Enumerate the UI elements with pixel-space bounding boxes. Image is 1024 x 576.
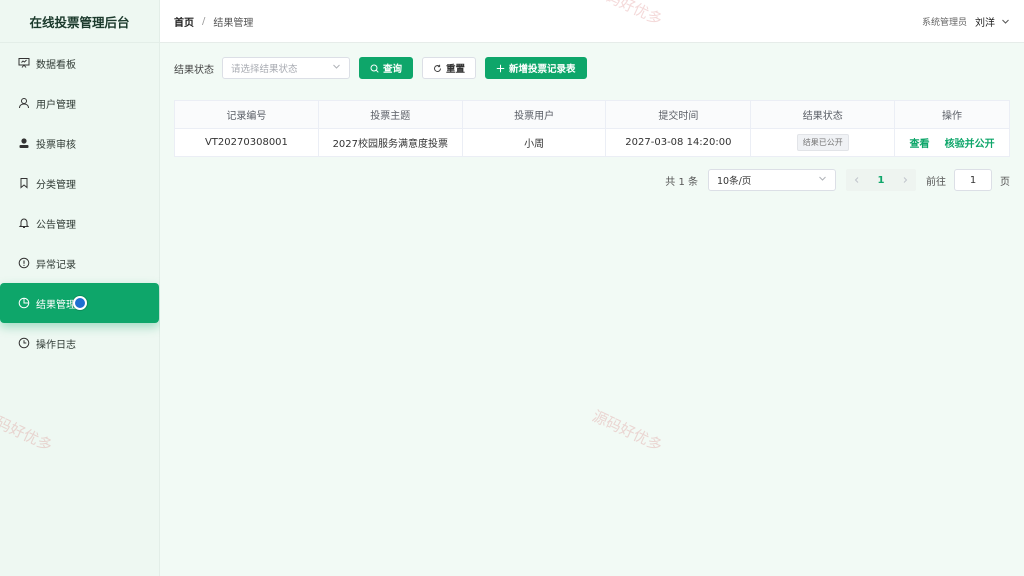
easel-icon [18,57,30,69]
pagination: 共 1 条 10条/页 1 前往 1 页 [665,169,1010,191]
view-link[interactable]: 查看 [909,139,929,150]
user-name: 刘洋 [975,17,995,29]
sidebar-item-exceptions[interactable]: 异常记录 [0,243,159,283]
sidebar-item-label: 用户管理 [36,99,76,111]
sidebar: 在线投票管理后台 数据看板 用户管理 投票审核 分类管理 公告管理 异常记录 结… [0,0,160,576]
plus-icon [496,64,505,73]
sidebar-item-vote-review[interactable]: 投票审核 [0,123,159,163]
main-content: 结果状态 请选择结果状态 查询 重置 新增投票记录表 记录编号 投票主题 投票用… [160,43,1024,576]
column-header: 投票用户 [462,100,607,129]
refresh-icon [433,64,442,73]
user-filled-icon [18,137,30,149]
user-icon [18,97,30,109]
add-record-button-label: 新增投票记录表 [509,64,576,75]
page-size-value: 10条/页 [717,176,752,187]
page-size-select[interactable]: 10条/页 [708,169,836,191]
sidebar-item-label: 操作日志 [36,339,76,351]
top-header: 首页 / 结果管理 系统管理员 刘洋 [160,0,1024,43]
sidebar-item-operation-log[interactable]: 操作日志 [0,323,159,363]
bell-icon [18,217,30,229]
cell-vote-user: 小周 [462,128,607,157]
filter-bar: 结果状态 请选择结果状态 查询 重置 新增投票记录表 [174,57,587,79]
cell-vote-topic: 2027校园服务满意度投票 [318,128,463,157]
breadcrumb-home[interactable]: 首页 [174,14,194,29]
search-button[interactable]: 查询 [359,57,414,79]
bookmark-icon [18,177,30,189]
status-select[interactable]: 请选择结果状态 [222,57,350,79]
chevron-down-icon [818,174,827,186]
total-count: 共 1 条 [665,176,698,188]
page-unit-label: 页 [1000,176,1010,188]
user-role: 系统管理员 [921,17,967,28]
column-header: 结果状态 [750,100,896,129]
add-record-button[interactable]: 新增投票记录表 [485,57,587,79]
sidebar-item-dashboard[interactable]: 数据看板 [0,43,159,83]
search-icon [370,64,379,73]
breadcrumb-separator: / [202,15,206,27]
app-title: 在线投票管理后台 [0,0,159,43]
status-select-placeholder: 请选择结果状态 [231,64,298,75]
sidebar-item-label: 投票审核 [36,139,76,151]
search-button-label: 查询 [383,64,403,75]
cursor-indicator [73,296,87,310]
clock-icon [18,337,30,349]
user-menu[interactable]: 系统管理员 刘洋 [922,14,1010,29]
column-header: 提交时间 [605,100,752,129]
reset-button-label: 重置 [446,64,466,75]
reset-button[interactable]: 重置 [422,57,477,79]
cell-record-id: VT20270308001 [174,128,319,157]
sidebar-item-label: 分类管理 [36,179,76,191]
column-header: 操作 [894,100,1010,129]
sidebar-item-users[interactable]: 用户管理 [0,83,159,123]
goto-label: 前往 [926,176,946,188]
column-header: 记录编号 [174,100,319,129]
table-header-row: 记录编号 投票主题 投票用户 提交时间 结果状态 操作 [174,100,1010,129]
column-header: 投票主题 [318,100,463,129]
sidebar-item-announcements[interactable]: 公告管理 [0,203,159,243]
sidebar-item-label: 公告管理 [36,219,76,231]
sidebar-item-label: 数据看板 [36,59,76,71]
pie-chart-icon [18,297,30,309]
chevron-down-icon [332,62,341,74]
warning-circle-icon [18,257,30,269]
sidebar-item-label: 异常记录 [36,259,76,271]
page-number-current[interactable]: 1 [868,169,894,191]
sidebar-item-categories[interactable]: 分类管理 [0,163,159,203]
chevron-down-icon [1001,17,1010,26]
verify-publish-link[interactable]: 核验并公开 [945,139,995,150]
sidebar-item-results[interactable]: 结果管理 [0,283,159,323]
chevron-left-icon[interactable] [846,169,868,191]
status-filter-label: 结果状态 [174,64,214,76]
cell-actions: 查看 核验并公开 [894,128,1010,157]
status-badge: 结果已公开 [796,134,849,151]
table-row: VT20270308001 2027校园服务满意度投票 小周 2027-03-0… [174,128,1010,157]
breadcrumb-current: 结果管理 [213,17,254,29]
chevron-right-icon[interactable] [894,169,916,191]
cell-submit-time: 2027-03-08 14:20:00 [605,128,752,157]
sidebar-item-label: 结果管理 [36,299,76,311]
page-nav: 1 [846,169,916,191]
goto-page-input[interactable]: 1 [954,169,992,191]
cell-result-status: 结果已公开 [750,128,896,157]
results-table: 记录编号 投票主题 投票用户 提交时间 结果状态 操作 VT2027030800… [174,100,1010,157]
breadcrumb: 首页 / 结果管理 [174,14,253,29]
sidebar-menu: 数据看板 用户管理 投票审核 分类管理 公告管理 异常记录 结果管理 操作日志 [0,43,159,363]
